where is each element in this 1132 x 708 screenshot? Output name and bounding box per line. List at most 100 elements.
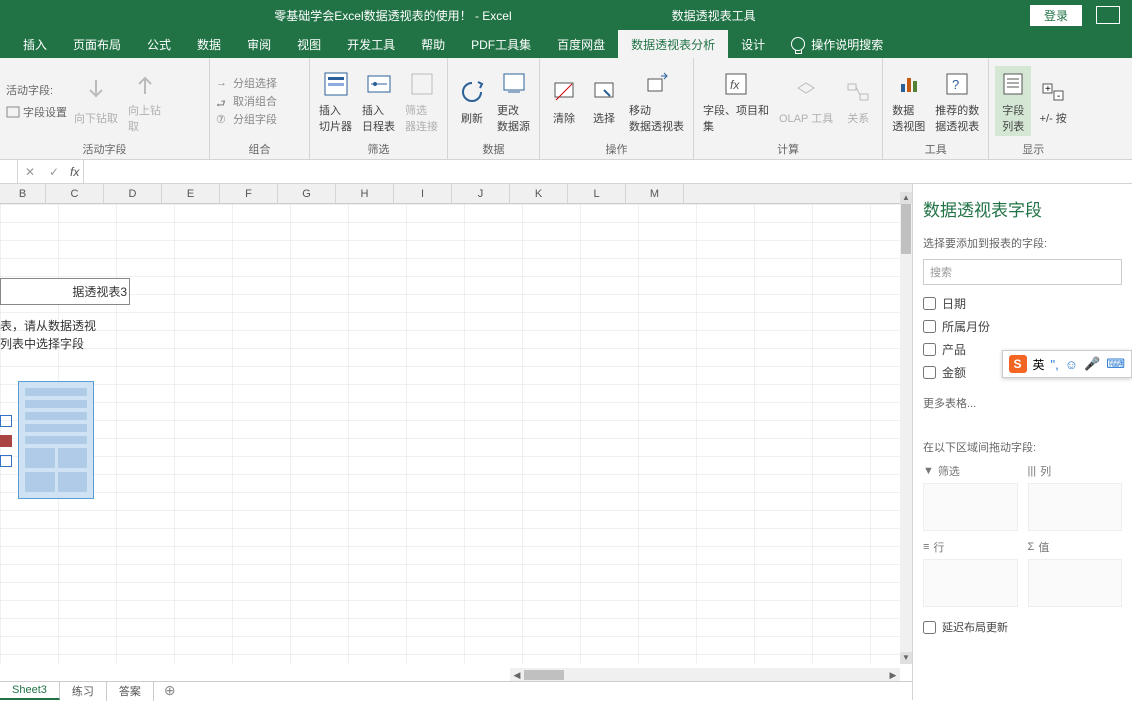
sogou-logo-icon: S [1009, 355, 1027, 373]
field-checkbox[interactable]: 所属月份 [923, 318, 1122, 335]
sogou-ime-badge[interactable]: S 英 ", ☺ 🎤 ⌨ [1002, 350, 1132, 378]
clear-button[interactable]: 清除 [546, 74, 582, 128]
move-pivot-button[interactable]: 移动 数据透视表 [626, 66, 687, 136]
defer-layout[interactable]: 延迟布局更新 [923, 619, 1122, 635]
col-header[interactable]: G [278, 184, 336, 203]
tab-pivot-analyze[interactable]: 数据透视表分析 [618, 30, 728, 58]
tab-data[interactable]: 数据 [184, 30, 234, 58]
group-label: 筛选 [316, 139, 441, 157]
drill-down-button[interactable]: 向下钻取 [71, 74, 121, 128]
scroll-left-icon[interactable]: ◀ [510, 670, 524, 681]
tab-formulas[interactable]: 公式 [134, 30, 184, 58]
insert-slicer-button[interactable]: 插入 切片器 [316, 66, 355, 136]
ime-mic-icon[interactable]: 🎤 [1084, 356, 1100, 372]
field-settings[interactable]: 字段设置 [23, 104, 67, 120]
add-sheet-button[interactable]: ⊕ [154, 682, 186, 699]
insert-timeline-button[interactable]: 插入 日程表 [359, 66, 398, 136]
field-search-input[interactable]: 搜索 [923, 259, 1122, 285]
fields-items-button[interactable]: fx字段、项目和 集 [700, 66, 772, 136]
ime-emoji-icon[interactable]: ☺ [1065, 357, 1078, 372]
group-label: 工具 [889, 139, 982, 157]
group-tools: 数据 透视图 ?推荐的数 据透视表 工具 [883, 58, 989, 159]
ribbon-display-icon[interactable] [1096, 6, 1120, 24]
col-header[interactable]: I [394, 184, 452, 203]
cancel-icon[interactable]: ✕ [18, 165, 42, 179]
refresh-button[interactable]: 刷新 [454, 74, 490, 128]
tab-insert[interactable]: 插入 [10, 30, 60, 58]
svg-text:+: + [1045, 84, 1051, 95]
area-values[interactable]: Σ值 [1028, 539, 1123, 607]
more-tables-link[interactable]: 更多表格... [923, 395, 1122, 411]
group-calc: fx字段、项目和 集 OLAP 工具 关系 计算 [694, 58, 883, 159]
fx-icon[interactable]: fx [66, 165, 83, 179]
recommended-pivot-button[interactable]: ?推荐的数 据透视表 [932, 66, 982, 136]
ungroup[interactable]: ⮐取消组合 [216, 93, 277, 109]
olap-icon [791, 76, 821, 108]
col-header[interactable]: K [510, 184, 568, 203]
tab-baidu[interactable]: 百度网盘 [544, 30, 618, 58]
slicer-icon [321, 68, 351, 100]
refresh-icon [457, 76, 487, 108]
formula-input[interactable] [83, 160, 1132, 183]
scroll-thumb[interactable] [524, 670, 564, 680]
pivot-chart-button[interactable]: 数据 透视图 [889, 66, 928, 136]
group-show: 字段 列表 +-+/- 按 显示 [989, 58, 1077, 159]
active-field-label: 活动字段: [6, 82, 67, 98]
group-label: 显示 [995, 139, 1071, 157]
col-header[interactable]: B [0, 184, 46, 203]
tab-design[interactable]: 设计 [728, 30, 778, 58]
col-header[interactable]: J [452, 184, 510, 203]
tell-me-label: 操作说明搜索 [811, 36, 883, 53]
login-button[interactable]: 登录 [1030, 5, 1082, 26]
scroll-right-icon[interactable]: ▶ [886, 670, 900, 681]
field-checkbox[interactable]: 日期 [923, 295, 1122, 312]
tell-me[interactable]: 操作说明搜索 [778, 30, 896, 58]
relations-button[interactable]: 关系 [840, 74, 876, 128]
sheet-tab[interactable]: 练习 [60, 681, 107, 701]
sheet-tab[interactable]: 答案 [107, 681, 154, 701]
rec-pivot-icon: ? [942, 68, 972, 100]
scroll-thumb[interactable] [901, 204, 911, 254]
tab-review[interactable]: 审阅 [234, 30, 284, 58]
enter-icon[interactable]: ✓ [42, 165, 66, 179]
col-header[interactable]: D [104, 184, 162, 203]
col-header[interactable]: F [220, 184, 278, 203]
sheet-tab[interactable]: Sheet3 [0, 682, 60, 700]
group-select[interactable]: →分组选择 [216, 75, 277, 91]
tab-pagelayout[interactable]: 页面布局 [60, 30, 134, 58]
scroll-down-icon[interactable]: ▼ [900, 652, 912, 664]
tab-view[interactable]: 视图 [284, 30, 334, 58]
olap-button[interactable]: OLAP 工具 [776, 74, 836, 128]
group-label: 数据 [454, 139, 533, 157]
pivot-name: 据透视表3 [0, 278, 130, 305]
name-box[interactable] [0, 160, 18, 183]
scroll-up-icon[interactable]: ▲ [900, 192, 912, 204]
defer-checkbox[interactable] [923, 621, 936, 634]
change-source-button[interactable]: 更改 数据源 [494, 66, 533, 136]
area-rows[interactable]: ≡行 [923, 539, 1018, 607]
col-header[interactable]: M [626, 184, 684, 203]
vertical-scrollbar[interactable]: ▲ ▼ [900, 204, 912, 664]
arrow-down-icon [81, 76, 111, 108]
field-list-button[interactable]: 字段 列表 [995, 66, 1031, 136]
ime-keyboard-icon[interactable]: ⌨ [1106, 356, 1125, 372]
filter-conn-icon [407, 68, 437, 100]
cells-area[interactable]: 据透视表3 表，请从数据透视 列表中选择字段 [0, 204, 900, 664]
tab-pdf[interactable]: PDF工具集 [458, 30, 544, 58]
tab-devtools[interactable]: 开发工具 [334, 30, 408, 58]
select-button[interactable]: 选择 [586, 74, 622, 128]
drill-up-button[interactable]: 向上钻 取 [125, 66, 164, 136]
arrow-up-icon [130, 68, 160, 100]
col-header[interactable]: C [46, 184, 104, 203]
title-bar: 零基础学会Excel数据透视表的使用！ - Excel 数据透视表工具 登录 [0, 0, 1132, 30]
plus-minus-button[interactable]: +-+/- 按 [1035, 74, 1071, 128]
filter-connections-button[interactable]: 筛选 器连接 [402, 66, 441, 136]
col-header[interactable]: E [162, 184, 220, 203]
area-columns[interactable]: |||列 [1028, 463, 1123, 531]
horizontal-scrollbar[interactable]: ◀ ▶ [510, 668, 900, 682]
col-header[interactable]: L [568, 184, 626, 203]
col-header[interactable]: H [336, 184, 394, 203]
tab-help[interactable]: 帮助 [408, 30, 458, 58]
area-filter[interactable]: ▼筛选 [923, 463, 1018, 531]
group-field[interactable]: ⑦分组字段 [216, 111, 277, 127]
